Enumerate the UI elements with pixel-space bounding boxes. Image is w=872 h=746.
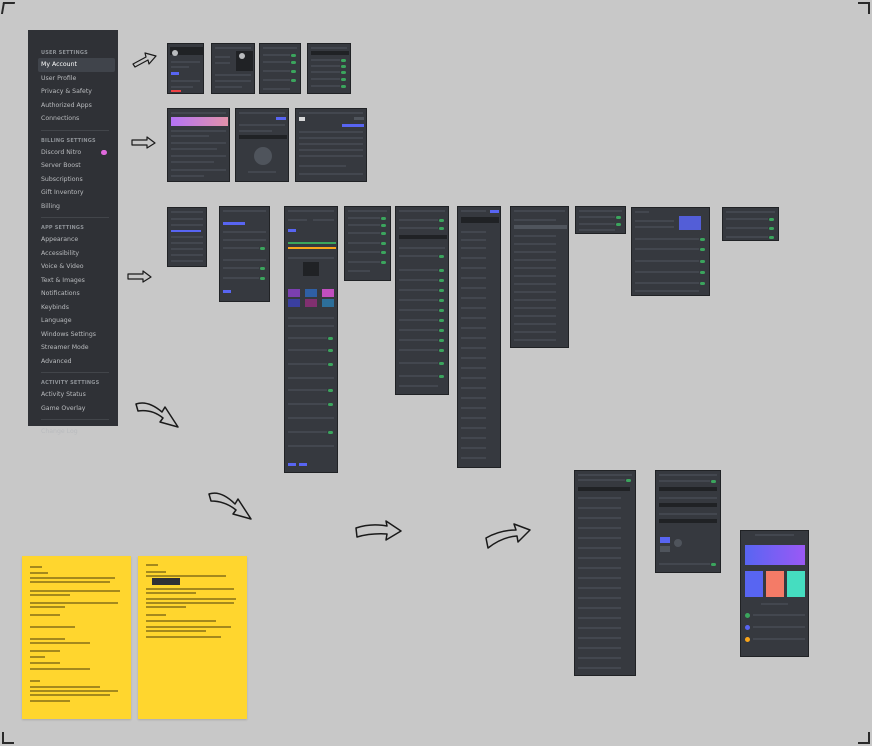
canvas-corner-bottom-right — [858, 732, 870, 744]
sidebar-item-label: Appearance — [41, 236, 79, 243]
hand-drawn-arrow-icon — [131, 136, 156, 149]
sidebar-item-language[interactable]: Language — [28, 314, 115, 328]
sidebar-heading: App Settings — [41, 225, 85, 231]
sidebar-item-voice-video[interactable]: Voice & Video — [28, 260, 115, 274]
sidebar-item-keybinds[interactable]: Keybinds — [28, 301, 115, 315]
sticky-note-left — [22, 556, 131, 719]
sidebar-item-accessibility[interactable]: Accessibility — [28, 247, 115, 261]
sidebar-item-label: Voice & Video — [41, 263, 84, 270]
sidebar-item-label: Server Boost — [41, 162, 81, 169]
sidebar-item-label: Notifications — [41, 290, 80, 297]
sidebar-item-label: Discord Nitro — [41, 148, 82, 156]
sidebar-item-streamer-mode[interactable]: Streamer Mode — [28, 341, 115, 355]
accessibility-screen[interactable] — [219, 206, 270, 302]
sidebar-item-label: Billing — [41, 202, 60, 210]
nitro-icon — [101, 149, 107, 155]
discord-nitro-screen[interactable] — [167, 108, 230, 182]
canvas-corner-bottom-left — [2, 732, 14, 744]
text-images-screen[interactable] — [344, 206, 391, 281]
sidebar-item-label: User Profile — [41, 74, 77, 82]
change-log-screen[interactable] — [740, 530, 809, 657]
hand-drawn-arrow-icon — [132, 52, 157, 68]
sidebar-item-label: Activity Status — [41, 391, 86, 398]
sidebar-item-label: Authorized Apps — [41, 101, 92, 109]
server-boost-screen[interactable] — [235, 108, 289, 182]
sidebar-item-label: Game Overlay — [41, 404, 86, 412]
sidebar-item-connections[interactable]: Connections — [28, 112, 115, 126]
sidebar-heading: User Settings — [41, 50, 88, 56]
sidebar-item-authorized-apps[interactable]: Authorized Apps — [28, 99, 115, 113]
sidebar-item-game-overlay[interactable]: Game Overlay — [28, 402, 115, 416]
sidebar-item-change-log[interactable]: Change Log — [28, 425, 115, 439]
hand-drawn-arrow-icon — [127, 270, 152, 283]
user-profile-screen[interactable] — [211, 43, 255, 94]
connections-screen[interactable] — [307, 43, 351, 94]
sidebar-item-user-profile[interactable]: User Profile — [28, 72, 115, 86]
sticky-note-right — [138, 556, 247, 719]
language-screen[interactable] — [510, 206, 569, 348]
sidebar-item-label: My Account — [41, 61, 77, 68]
sidebar-item-notifications[interactable]: Notifications — [28, 287, 115, 301]
game-overlay-screen[interactable] — [655, 470, 721, 573]
activity-status-screen[interactable] — [574, 470, 636, 676]
sidebar-item-label: Subscriptions — [41, 175, 83, 183]
sidebar-item-label: Streamer Mode — [41, 344, 89, 351]
sidebar-item-billing[interactable]: Billing — [28, 200, 115, 214]
sidebar-item-label: Privacy & Safety — [41, 88, 92, 95]
streamer-mode-screen[interactable] — [631, 207, 710, 296]
sidebar-item-advanced[interactable]: Advanced — [28, 355, 115, 369]
sidebar-item-label: Gift Inventory — [41, 189, 84, 196]
canvas-corner-top-right — [858, 2, 870, 14]
notifications-screen[interactable] — [395, 206, 449, 395]
subscriptions-screen[interactable] — [295, 108, 367, 182]
sidebar-item-label: Keybinds — [41, 303, 69, 311]
settings-sidebar: User Settings My Account User Profile Priva… — [28, 30, 118, 435]
hand-drawn-arrow-icon — [208, 492, 252, 520]
sidebar-separator — [41, 217, 109, 218]
hand-drawn-arrow-icon — [135, 402, 179, 428]
sidebar-heading: Activity Settings — [41, 380, 100, 386]
hand-drawn-arrow-icon — [485, 523, 531, 549]
sidebar-item-label: Change Log — [41, 428, 78, 435]
sidebar-item-activity-status[interactable]: Activity Status — [28, 388, 115, 402]
sidebar-item-label: Language — [41, 317, 72, 324]
privacy-safety-screen[interactable] — [259, 43, 301, 94]
keybinds-screen[interactable] — [457, 206, 501, 468]
sidebar-separator — [41, 372, 109, 373]
sidebar-item-subscriptions[interactable]: Subscriptions — [28, 173, 115, 187]
my-account-screen[interactable] — [167, 43, 204, 94]
sidebar-item-label: Text & Images — [41, 276, 85, 284]
sidebar-item-my-account[interactable]: My Account — [38, 58, 115, 72]
sidebar-item-server-boost[interactable]: Server Boost — [28, 159, 115, 173]
sidebar-item-text-images[interactable]: Text & Images — [28, 274, 115, 288]
hand-drawn-arrow-icon — [355, 520, 402, 541]
sidebar-item-discord-nitro[interactable]: Discord Nitro — [28, 146, 115, 160]
appearance-screen[interactable] — [167, 207, 207, 267]
sidebar-item-label: Connections — [41, 115, 80, 122]
sidebar-item-label: Accessibility — [41, 249, 80, 257]
sidebar-separator — [41, 129, 109, 131]
sidebar-item-label: Windows Settings — [41, 330, 96, 338]
sidebar-item-windows-settings[interactable]: Windows Settings — [28, 328, 115, 342]
sidebar-item-gift-inventory[interactable]: Gift Inventory — [28, 186, 115, 200]
sidebar-item-privacy-safety[interactable]: Privacy & Safety — [28, 85, 115, 99]
sidebar-item-appearance[interactable]: Appearance — [28, 233, 115, 247]
windows-settings-screen[interactable] — [575, 206, 626, 234]
note-screenshot — [152, 578, 180, 585]
voice-video-screen[interactable] — [284, 206, 338, 473]
canvas-corner-top-left — [0, 2, 16, 14]
sidebar-heading: Billing Settings — [41, 137, 96, 144]
sidebar-separator — [41, 419, 109, 420]
sidebar-item-label: Advanced — [41, 357, 72, 365]
advanced-screen[interactable] — [722, 207, 779, 241]
